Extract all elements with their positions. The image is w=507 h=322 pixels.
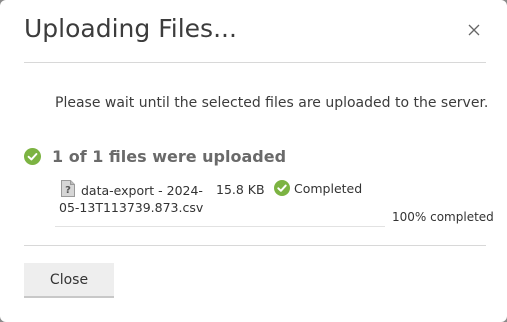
summary-text: 1 of 1 files were uploaded [52,147,287,166]
check-circle-icon [24,148,41,165]
close-button[interactable]: Close [24,263,114,298]
close-icon[interactable] [465,21,483,39]
file-status: Completed [274,180,362,196]
upload-summary: 1 of 1 files were uploaded [24,147,286,166]
file-row: ? data-export - 2024-05-13T113739.873.cs… [55,180,385,227]
dialog-title: Uploading Files... [24,14,237,43]
footer-divider [24,245,486,246]
upload-dialog: Uploading Files... Please wait until the… [0,0,507,322]
progress-label: 100% completed [392,210,494,224]
dialog-message: Please wait until the selected files are… [55,95,489,111]
file-name: data-export - 2024-05-13T113739.873.csv [59,183,204,215]
file-size: 15.8 KB [216,182,265,197]
check-circle-icon [274,180,290,196]
header-divider [24,62,486,63]
file-status-label: Completed [294,180,363,196]
